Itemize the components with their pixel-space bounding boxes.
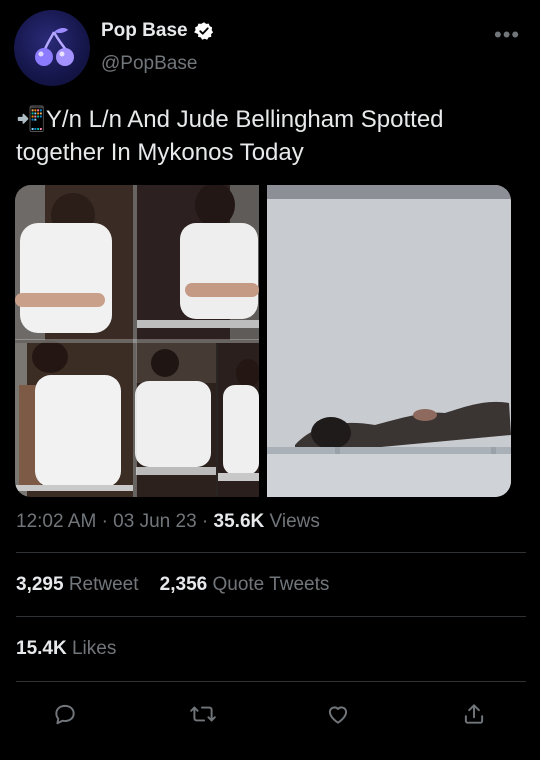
- meta-separator: ·: [101, 511, 114, 532]
- phone-emoji: 📲: [16, 106, 46, 133]
- photo-collage[interactable]: [15, 185, 260, 497]
- retweets-count: 3,295: [16, 574, 64, 595]
- like-icon: [328, 706, 348, 724]
- likes-label: Likes: [71, 638, 117, 659]
- cherry-logo-icon: [35, 27, 74, 66]
- likes-link[interactable]: 15.4K Likes: [16, 638, 116, 660]
- quotes-link[interactable]: 2,356 Quote Tweets: [160, 574, 330, 595]
- tweet-text: 📲Y/n L/n And Jude Bellingham Spotted tog…: [16, 103, 526, 169]
- avatar[interactable]: [14, 10, 90, 86]
- quotes-count: 2,356: [159, 574, 208, 595]
- verified-badge-icon: [193, 22, 213, 40]
- reply-button[interactable]: [45, 694, 85, 734]
- more-options-icon[interactable]: •••: [494, 22, 520, 48]
- account-handle[interactable]: @PopBase: [101, 53, 197, 75]
- views-count: 35.6K: [213, 511, 265, 532]
- share-button[interactable]: [454, 694, 494, 734]
- divider: [16, 552, 526, 553]
- tweet-body: Y/n L/n And Jude Bellingham Spotted toge…: [16, 106, 444, 166]
- action-bar: [0, 694, 540, 734]
- tweet-meta: 12:02 AM · 03 Jun 23 · 35.6K Views: [16, 511, 320, 533]
- yacht-photo[interactable]: [267, 185, 511, 497]
- divider: [16, 616, 526, 617]
- views-label: Views: [269, 511, 320, 532]
- retweet-quote-stats: 3,295 Retweet 2,356 Quote Tweets: [16, 574, 329, 596]
- tweet-time[interactable]: 12:02 AM: [16, 511, 96, 532]
- likes-count: 15.4K: [16, 638, 67, 659]
- reply-icon: [55, 704, 75, 725]
- share-icon: [464, 704, 484, 724]
- retweet-icon: [190, 706, 216, 722]
- account-name[interactable]: Pop Base: [101, 20, 188, 42]
- retweet-button[interactable]: [183, 694, 223, 734]
- divider: [16, 681, 526, 682]
- retweets-link[interactable]: 3,295 Retweet: [16, 574, 144, 595]
- tweet-media[interactable]: [15, 185, 511, 497]
- account-name-row[interactable]: Pop Base: [101, 20, 214, 42]
- media-images: [15, 185, 511, 497]
- meta-separator: ·: [201, 511, 214, 532]
- quotes-label: Quote Tweets: [212, 574, 330, 595]
- like-button[interactable]: [318, 694, 358, 734]
- tweet-date[interactable]: 03 Jun 23: [113, 511, 196, 532]
- retweets-label: Retweet: [68, 574, 139, 595]
